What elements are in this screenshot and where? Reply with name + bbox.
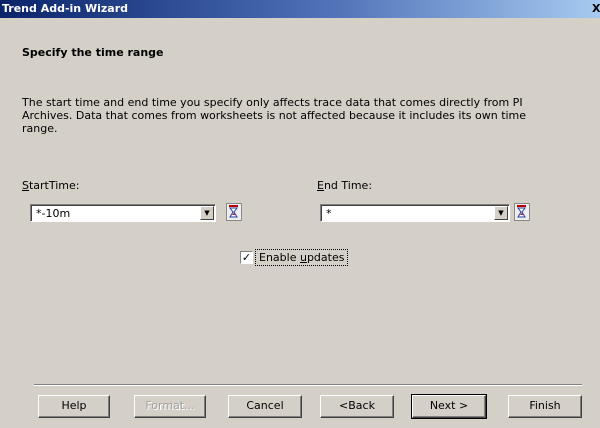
- next-button[interactable]: Next >: [411, 394, 487, 419]
- cancel-button[interactable]: Cancel: [228, 395, 302, 418]
- end-time-label: End Time:: [317, 179, 373, 192]
- enable-updates-label[interactable]: Enable updates: [255, 249, 349, 266]
- start-time-value: *-10m: [36, 207, 71, 220]
- help-button[interactable]: Help: [38, 395, 110, 418]
- start-time-combobox[interactable]: *-10m ▼: [30, 204, 216, 222]
- page-heading: Specify the time range: [22, 46, 164, 59]
- start-time-label: StartTime:: [22, 179, 80, 192]
- title-bar: Trend Add-in Wizard X: [0, 0, 600, 18]
- finish-button[interactable]: Finish: [508, 395, 582, 418]
- back-button[interactable]: <Back: [320, 395, 394, 418]
- end-time-value: *: [326, 207, 332, 220]
- chevron-down-icon[interactable]: ▼: [200, 206, 214, 220]
- format-button[interactable]: Format...: [134, 395, 206, 418]
- end-time-combobox[interactable]: * ▼: [320, 204, 510, 222]
- window-title: Trend Add-in Wizard: [2, 2, 129, 15]
- time-picker-icon[interactable]: [514, 203, 530, 221]
- button-separator: [34, 384, 582, 386]
- page-description: The start time and end time you specify …: [22, 96, 527, 135]
- enable-updates-checkbox[interactable]: ✓: [240, 251, 253, 264]
- close-icon[interactable]: X: [592, 2, 600, 15]
- chevron-down-icon[interactable]: ▼: [494, 206, 508, 220]
- time-picker-icon[interactable]: [226, 203, 242, 221]
